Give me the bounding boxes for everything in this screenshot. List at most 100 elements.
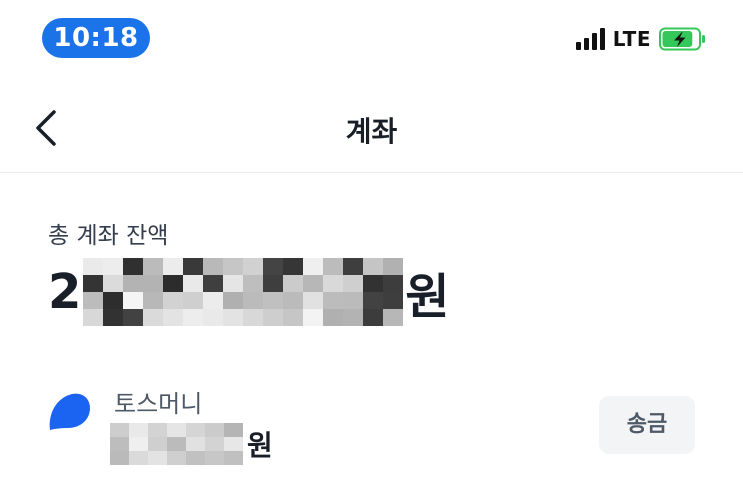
mosaic-cell	[363, 258, 384, 275]
mosaic-cell	[224, 437, 243, 451]
mosaic-cell	[163, 309, 184, 326]
mosaic-cell	[123, 275, 144, 292]
network-type: LTE	[612, 27, 651, 51]
mosaic-cell	[343, 309, 364, 326]
mosaic-cell	[183, 309, 204, 326]
mosaic-cell	[123, 258, 144, 275]
battery-icon	[659, 27, 705, 51]
mosaic-cell	[323, 275, 344, 292]
mosaic-cell	[203, 275, 224, 292]
mosaic-cell	[123, 292, 144, 309]
mosaic-cell	[103, 292, 124, 309]
total-balance-amount: 2 원	[48, 254, 450, 330]
mosaic-cell	[243, 258, 264, 275]
mosaic-cell	[143, 258, 164, 275]
mosaic-cell	[103, 275, 124, 292]
mosaic-cell	[148, 423, 167, 437]
mosaic-cell	[110, 451, 129, 465]
mosaic-cell	[143, 275, 164, 292]
mosaic-cell	[83, 275, 104, 292]
mosaic-cell	[383, 258, 404, 275]
mosaic-cell	[283, 292, 304, 309]
mosaic-cell	[129, 437, 148, 451]
balance-unit: 원	[405, 269, 450, 325]
account-row-toss-money[interactable]: 토스머니 원 송금	[0, 380, 743, 480]
mosaic-cell	[183, 292, 204, 309]
mosaic-cell	[343, 275, 364, 292]
account-name: 토스머니	[114, 390, 203, 418]
mosaic-cell	[263, 292, 284, 309]
mosaic-cell	[323, 292, 344, 309]
account-amount-unit: 원	[247, 429, 273, 462]
mosaic-cell	[163, 275, 184, 292]
mosaic-cell	[243, 292, 264, 309]
mosaic-cell	[167, 451, 186, 465]
mosaic-cell	[243, 275, 264, 292]
mosaic-cell	[110, 423, 129, 437]
mosaic-cell	[163, 258, 184, 275]
mosaic-cell	[83, 309, 104, 326]
mosaic-cell	[129, 451, 148, 465]
mosaic-cell	[263, 275, 284, 292]
mosaic-cell	[243, 309, 264, 326]
status-indicators: LTE	[575, 26, 707, 52]
mosaic-cell	[224, 423, 243, 437]
mosaic-cell	[303, 309, 324, 326]
mosaic-cell	[163, 292, 184, 309]
mosaic-cell	[129, 423, 148, 437]
mosaic-cell	[343, 258, 364, 275]
mosaic-cell	[103, 258, 124, 275]
mosaic-cell	[205, 437, 224, 451]
balance-redacted-mosaic	[83, 258, 404, 326]
mosaic-cell	[148, 437, 167, 451]
total-balance-label: 총 계좌 잔액	[48, 223, 169, 249]
account-amount-redacted-mosaic	[110, 423, 243, 465]
mosaic-cell	[83, 258, 104, 275]
mosaic-cell	[303, 258, 324, 275]
mosaic-cell	[103, 309, 124, 326]
mosaic-cell	[123, 309, 144, 326]
send-money-button[interactable]: 송금	[599, 396, 695, 454]
mosaic-cell	[205, 423, 224, 437]
mosaic-cell	[263, 309, 284, 326]
mosaic-cell	[283, 309, 304, 326]
mosaic-cell	[383, 292, 404, 309]
mosaic-cell	[303, 275, 324, 292]
mosaic-cell	[263, 258, 284, 275]
mosaic-cell	[223, 275, 244, 292]
status-time: 10:18	[42, 18, 150, 58]
mosaic-cell	[203, 292, 224, 309]
mosaic-cell	[283, 258, 304, 275]
mosaic-cell	[343, 292, 364, 309]
mosaic-cell	[203, 309, 224, 326]
mosaic-cell	[223, 258, 244, 275]
mosaic-cell	[223, 309, 244, 326]
mosaic-cell	[186, 437, 205, 451]
mosaic-cell	[363, 309, 384, 326]
account-amount: 원	[110, 422, 273, 466]
mosaic-cell	[143, 309, 164, 326]
mosaic-cell	[363, 275, 384, 292]
nav-bar: 계좌	[0, 88, 743, 173]
mosaic-cell	[186, 423, 205, 437]
mosaic-cell	[383, 275, 404, 292]
status-bar: 10:18 LTE	[0, 0, 743, 80]
mosaic-cell	[203, 258, 224, 275]
mosaic-cell	[148, 451, 167, 465]
mosaic-cell	[183, 258, 204, 275]
mosaic-cell	[167, 437, 186, 451]
mosaic-cell	[224, 451, 243, 465]
mosaic-cell	[110, 437, 129, 451]
signal-icon	[575, 28, 605, 50]
mosaic-cell	[303, 292, 324, 309]
mosaic-cell	[283, 275, 304, 292]
mosaic-cell	[223, 292, 244, 309]
mosaic-cell	[186, 451, 205, 465]
balance-visible-digit: 2	[48, 264, 82, 320]
mosaic-cell	[323, 309, 344, 326]
mosaic-cell	[363, 292, 384, 309]
mosaic-cell	[143, 292, 164, 309]
toss-logo-icon	[49, 393, 90, 430]
accounts-screen: 10:18 LTE 계좌 총 계좌 잔액 2 원 토스머니 원 송금	[0, 0, 743, 499]
mosaic-cell	[205, 451, 224, 465]
